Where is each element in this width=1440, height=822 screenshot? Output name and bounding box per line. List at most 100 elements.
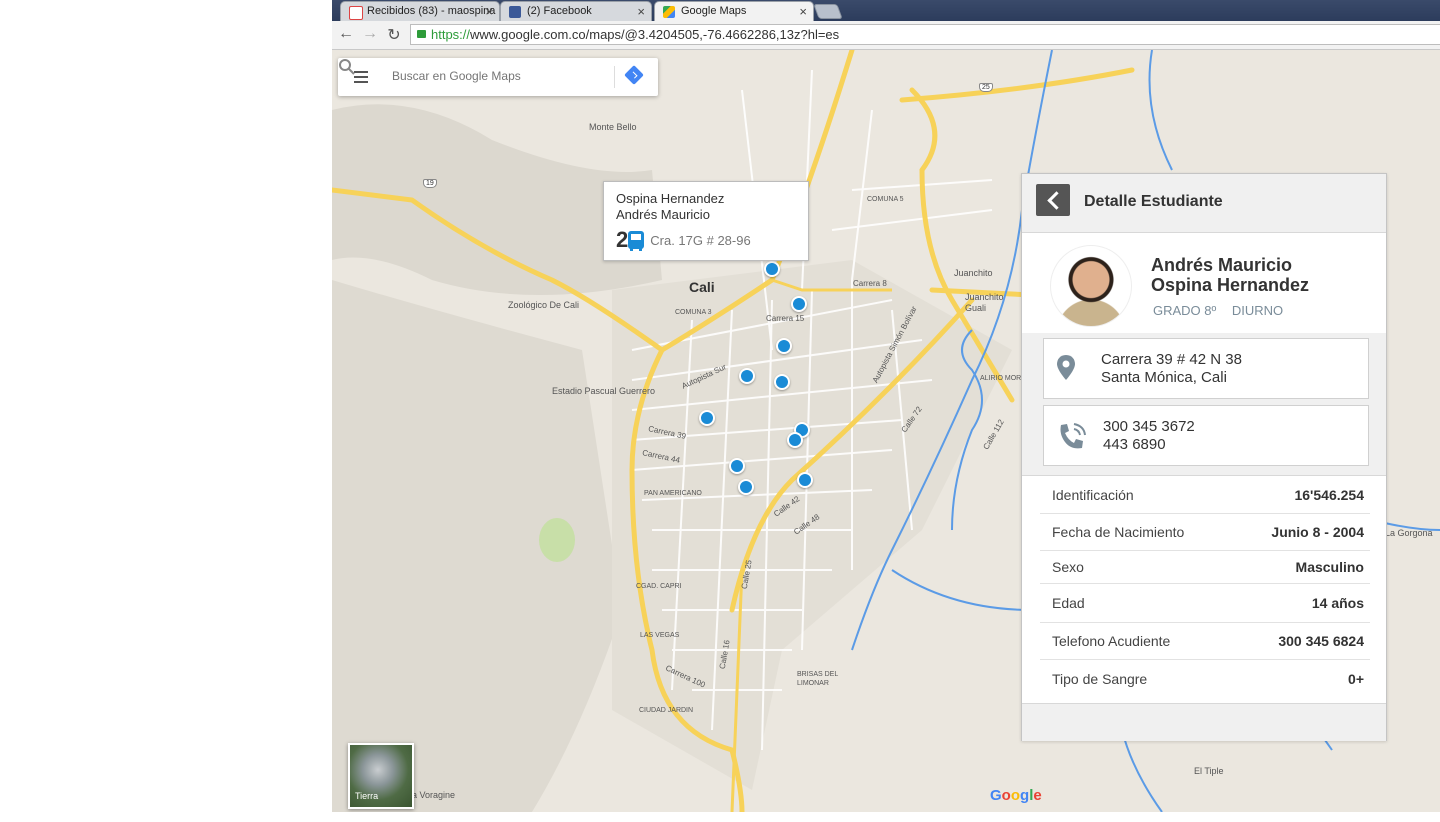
phone-number-1[interactable]: 300 345 3672 <box>1103 418 1195 436</box>
student-profile: Andrés Mauricio Ospina Hernandez GRADO 8… <box>1022 233 1386 333</box>
student-pin[interactable] <box>787 432 803 448</box>
panel-title: Detalle Estudiante <box>1084 193 1223 210</box>
student-pin[interactable] <box>791 296 807 312</box>
lock-icon <box>417 30 426 38</box>
detail-label: Edad <box>1052 595 1085 611</box>
student-pin[interactable] <box>738 479 754 495</box>
popup-address: Cra. 17G # 28-96 <box>650 232 751 248</box>
map-label: El Tiple <box>1194 766 1224 776</box>
url-scheme: https:// <box>431 27 471 42</box>
map-label: Zoológico De Cali <box>508 300 580 310</box>
satellite-toggle[interactable]: Tierra <box>348 743 414 809</box>
popup-given-name: Andrés Mauricio <box>616 207 710 222</box>
address-card: Carrera 39 # 42 N 38 Santa Mónica, Cali <box>1043 338 1369 399</box>
map-label: La Gorgona <box>1385 528 1433 538</box>
map-label: Estadio Pascual Guerrero <box>552 386 656 396</box>
back-button[interactable] <box>1036 184 1070 216</box>
map-label: Carrera 15 <box>766 314 805 323</box>
tab-title: Google Maps <box>681 5 747 17</box>
phone-number-2[interactable]: 443 6890 <box>1103 436 1195 454</box>
student-pin[interactable] <box>776 338 792 354</box>
detail-value: Masculino <box>1295 559 1364 575</box>
map-label: Carrera 8 <box>853 279 887 288</box>
gmail-icon <box>349 6 363 20</box>
map-label: PAN AMERICANO <box>644 490 702 497</box>
browser-window: Recibidos (83) - maospina × (2) Facebook… <box>332 0 1440 812</box>
map-label: Juanchito <box>954 268 993 278</box>
map-label: ALIRIO MORA <box>980 375 1026 382</box>
detail-label: Sexo <box>1052 559 1084 575</box>
tab-title: (2) Facebook <box>527 5 592 17</box>
detail-row: Edad 14 años <box>1040 584 1370 623</box>
hamburger-menu-icon[interactable] <box>354 71 368 83</box>
map-canvas[interactable]: Monte Bello Cali Zoológico De Cali Estad… <box>332 50 1440 812</box>
detail-row: Identificación 16'546.254 <box>1040 477 1370 514</box>
map-label-city: Cali <box>689 279 715 295</box>
map-label: LAS VEGAS <box>640 632 680 639</box>
detail-label: Identificación <box>1052 487 1134 503</box>
contact-section: Carrera 39 # 42 N 38 Santa Mónica, Cali … <box>1022 333 1386 476</box>
url-text: www.google.com.co/maps/@3.4204505,-76.46… <box>470 27 840 42</box>
map-label: Juanchito Guali <box>965 292 1004 313</box>
browser-toolbar: ← → ↻ https://www.google.com.co/maps/@3.… <box>332 21 1440 50</box>
route-number: 2 <box>616 227 629 252</box>
location-pin-icon <box>1057 355 1075 380</box>
reload-icon[interactable]: ↻ <box>384 25 404 45</box>
satellite-label: Tierra <box>355 791 379 801</box>
facebook-icon <box>509 6 521 18</box>
forward-arrow-icon[interactable]: → <box>360 25 380 43</box>
map-label: Monte Bello <box>589 122 637 132</box>
detail-label: Telefono Acudiente <box>1052 633 1171 649</box>
detail-row: Fecha de Nacimiento Junio 8 - 2004 <box>1040 514 1370 551</box>
tab-gmail[interactable]: Recibidos (83) - maospina × <box>340 1 500 21</box>
divider <box>614 66 615 88</box>
detail-label: Tipo de Sangre <box>1052 670 1148 687</box>
address-line-1: Carrera 39 # 42 N 38 <box>1101 351 1242 368</box>
google-logo: Google <box>990 787 1042 804</box>
search-icon[interactable] <box>338 58 356 76</box>
map-label: a Voragine <box>412 790 456 800</box>
detail-value: 14 años <box>1311 595 1364 611</box>
tab-strip: Recibidos (83) - maospina × (2) Facebook… <box>332 0 1440 21</box>
detail-row: Sexo Masculino <box>1040 551 1370 584</box>
detail-row: Telefono Acudiente 300 345 6824 <box>1040 623 1370 660</box>
map-label: COMUNA 3 <box>675 309 712 316</box>
student-meta: GRADO 8º DIURNO <box>1153 303 1295 318</box>
detail-value: 300 345 6824 <box>1278 633 1364 649</box>
student-last-names: Ospina Hernandez <box>1151 275 1310 295</box>
detail-value: 0+ <box>1348 670 1364 687</box>
close-tab-icon[interactable]: × <box>799 4 807 19</box>
popup-surname: Ospina Hernandez <box>616 191 725 206</box>
back-arrow-icon[interactable]: ← <box>336 25 356 43</box>
detail-row: Tipo de Sangre 0+ <box>1040 660 1370 697</box>
map-search-box <box>338 58 658 96</box>
search-input[interactable] <box>390 68 584 84</box>
student-pin[interactable] <box>797 472 813 488</box>
student-pin[interactable] <box>699 410 715 426</box>
tab-title: Recibidos (83) - maospina <box>367 5 496 17</box>
detail-label: Fecha de Nacimiento <box>1052 524 1185 540</box>
map-label: COMUNA 5 <box>867 196 904 203</box>
detail-value: 16'546.254 <box>1294 487 1364 503</box>
panel-header: Detalle Estudiante <box>1022 174 1386 233</box>
tab-facebook[interactable]: (2) Facebook × <box>500 1 652 21</box>
student-pin[interactable] <box>764 261 780 277</box>
student-pin[interactable] <box>739 368 755 384</box>
student-pin[interactable] <box>774 374 790 390</box>
close-tab-icon[interactable]: × <box>637 4 645 19</box>
address-bar[interactable]: https://www.google.com.co/maps/@3.420450… <box>410 24 1440 45</box>
address-line-2: Santa Mónica, Cali <box>1101 369 1227 386</box>
student-pin[interactable] <box>729 458 745 474</box>
phone-icon <box>1060 423 1086 449</box>
close-tab-icon[interactable]: × <box>485 4 493 19</box>
highway-shield-icon: 25 <box>979 83 993 92</box>
new-tab-button[interactable] <box>813 4 843 19</box>
tab-google-maps[interactable]: Google Maps × <box>654 1 814 21</box>
panel-footer <box>1022 703 1386 741</box>
student-grade: GRADO 8º <box>1153 303 1217 318</box>
highway-shield-icon: 19 <box>423 179 437 188</box>
map-label: BRISAS DEL LIMONAR <box>797 671 838 687</box>
student-popup: Ospina Hernandez Andrés Mauricio 2 Cra. … <box>603 181 809 261</box>
directions-icon[interactable] <box>624 65 644 85</box>
google-maps-icon <box>663 6 675 18</box>
